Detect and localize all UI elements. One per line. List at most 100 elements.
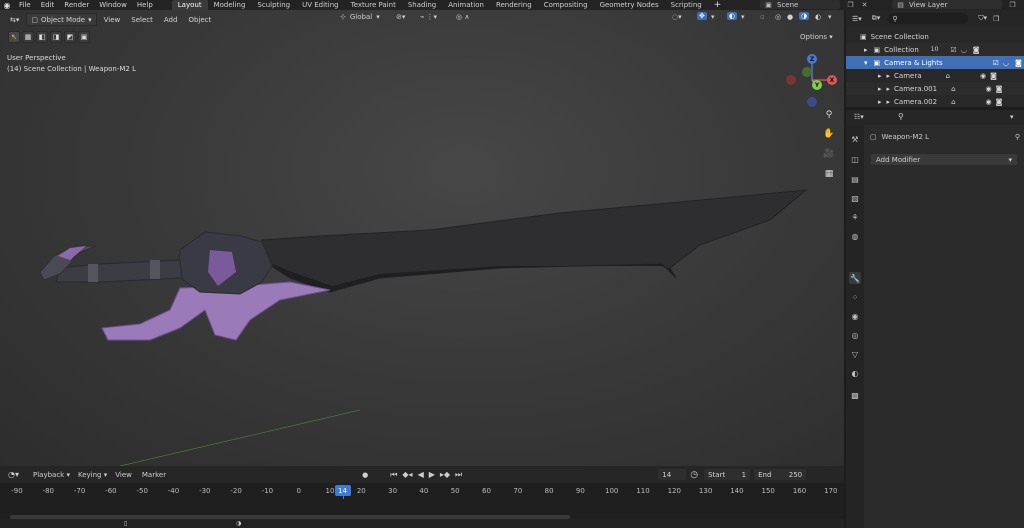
tab-geometry-nodes[interactable]: Geometry Nodes: [594, 0, 665, 10]
outliner-row-collection[interactable]: ▸ ▣ Collection 10 ☑ ◡ ◙: [846, 43, 1024, 56]
play-icon[interactable]: ▶: [429, 470, 435, 480]
render-camera-icon[interactable]: ◙: [996, 98, 1003, 106]
view-layer-tab-icon[interactable]: ▧: [849, 192, 861, 204]
blender-logo-icon[interactable]: ◉: [0, 0, 14, 10]
hide-eye-icon[interactable]: ◡: [1003, 59, 1009, 67]
new-collection-icon[interactable]: ❐: [993, 15, 999, 23]
timeline-tick-label: -70: [73, 487, 86, 495]
tab-sculpting[interactable]: Sculpting: [251, 0, 296, 10]
clock-icon[interactable]: ◷: [690, 470, 698, 480]
properties-tab-bar: ⚒ ◫ ▤ ▧ ⚘ ◍ 🔧 ⁘ ◉ ◎ ▽ ◐ ▩: [846, 125, 864, 528]
menu-render[interactable]: Render: [59, 1, 94, 9]
view-layer-selector[interactable]: ▤ View Layer: [892, 0, 1002, 9]
scene-selector[interactable]: ▣ Scene: [760, 0, 840, 9]
exclude-checkbox-icon[interactable]: ☑: [993, 59, 999, 67]
timeline-tick-label: 20: [356, 487, 366, 495]
tool-tab-icon[interactable]: ⚒: [849, 133, 861, 145]
menu-keying[interactable]: Keying ▾: [78, 471, 107, 479]
y-axis-line: [119, 409, 361, 466]
end-frame-field[interactable]: End 250: [754, 469, 807, 480]
timeline-editor[interactable]: ◔▾ Playback ▾ Keying ▾ View Marker ● ⏮ ◆…: [0, 466, 844, 528]
visibility-eye-icon[interactable]: ◉: [986, 98, 992, 106]
tab-shading[interactable]: Shading: [402, 0, 442, 10]
constraints-tab-icon[interactable]: ◎: [849, 329, 861, 341]
prev-keyframe-icon[interactable]: ◆◂: [402, 470, 412, 480]
display-mode-icon[interactable]: ⧉▾: [872, 14, 881, 23]
expand-arrow-icon[interactable]: ▸: [864, 46, 868, 54]
expand-arrow-icon[interactable]: ▸: [878, 72, 882, 80]
render-camera-icon[interactable]: ◙: [996, 85, 1003, 93]
tab-rendering[interactable]: Rendering: [490, 0, 538, 10]
outliner-editor-type-icon[interactable]: ☰▾: [852, 15, 862, 23]
playhead-frame-label[interactable]: 14: [334, 485, 351, 496]
jump-end-icon[interactable]: ⏭: [455, 470, 462, 480]
outliner-search-input[interactable]: ⚲: [888, 13, 969, 24]
outliner-row-camera-001[interactable]: ▸ ▸ Camera.001 ⌂ ◉ ◙: [846, 82, 1024, 95]
tab-scripting[interactable]: Scripting: [665, 0, 708, 10]
render-camera-icon[interactable]: ◙: [1015, 59, 1022, 67]
render-camera-icon[interactable]: ◙: [973, 46, 980, 54]
timeline-tick-label: 50: [450, 487, 460, 495]
menu-view[interactable]: View: [115, 471, 132, 479]
output-tab-icon[interactable]: ▤: [849, 173, 861, 185]
modifier-wrench-icon[interactable]: 🔧: [849, 272, 861, 284]
tab-animation[interactable]: Animation: [442, 0, 490, 10]
add-modifier-button[interactable]: Add Modifier ▾: [870, 153, 1018, 166]
timeline-ruler[interactable]: -90 -80 -70 -60 -50 -40 -30 -20 -10 0 10 20 30 40 50 60…: [0, 483, 844, 526]
visibility-eye-icon[interactable]: ◉: [986, 85, 992, 93]
menu-marker[interactable]: Marker: [142, 471, 166, 479]
tab-texture-paint[interactable]: Texture Paint: [345, 0, 402, 10]
hide-eye-icon[interactable]: ◡: [961, 46, 967, 54]
new-scene-icon[interactable]: ❐: [846, 1, 855, 9]
filter-icon[interactable]: ⛉▾: [978, 14, 987, 23]
new-view-layer-icon[interactable]: ❐: [1008, 1, 1017, 9]
expand-arrow-icon[interactable]: ▾: [864, 59, 868, 67]
material-tab-icon[interactable]: ◐: [849, 367, 861, 379]
outliner-row-scene-collection[interactable]: ▣ Scene Collection: [846, 30, 1024, 43]
particles-tab-icon[interactable]: ⁘: [849, 291, 861, 303]
timeline-tick-label: 170: [824, 487, 838, 495]
outliner-row-camera-lights[interactable]: ▾ ▣ Camera & Lights ☑ ◡ ◙: [846, 56, 1024, 69]
keyframe-dot-icon[interactable]: ●: [362, 471, 368, 479]
timeline-editor-type-icon[interactable]: ◔▾: [8, 470, 19, 479]
current-frame-field[interactable]: 14: [658, 469, 687, 480]
expand-arrow-icon[interactable]: ▸: [878, 98, 882, 106]
timeline-tick-label: -20: [230, 487, 242, 495]
menu-window[interactable]: Window: [94, 1, 132, 9]
texture-tab-icon[interactable]: ▩: [849, 389, 861, 401]
scene-tab-icon[interactable]: ⚘: [849, 211, 861, 223]
menu-help[interactable]: Help: [132, 1, 158, 9]
tab-modeling[interactable]: Modeling: [208, 0, 252, 10]
properties-editor-type-icon[interactable]: ☷▾: [854, 113, 864, 121]
menu-edit[interactable]: Edit: [36, 1, 60, 9]
add-workspace-icon[interactable]: +: [708, 0, 728, 10]
render-camera-icon[interactable]: ◙: [990, 72, 997, 80]
physics-tab-icon[interactable]: ◉: [849, 310, 861, 322]
render-tab-icon[interactable]: ◫: [849, 153, 861, 165]
jump-start-icon[interactable]: ⏮: [390, 470, 397, 480]
delete-scene-icon[interactable]: ✕: [860, 1, 869, 9]
menu-file[interactable]: File: [14, 1, 36, 9]
next-keyframe-icon[interactable]: ▸◆: [440, 470, 450, 480]
outliner[interactable]: ☰▾ ⧉▾ ⚲ ⛉▾ ❐ ▣ Scene Collection ▸ ▣ Coll…: [846, 10, 1024, 107]
visibility-eye-icon[interactable]: ◉: [980, 72, 986, 80]
start-frame-field[interactable]: Start 1: [704, 469, 751, 480]
properties-search-icon[interactable]: ⚲: [898, 112, 904, 121]
properties-options-icon[interactable]: ▾: [1010, 113, 1014, 121]
world-tab-icon[interactable]: ◍: [849, 230, 861, 242]
play-reverse-icon[interactable]: ◀: [418, 470, 424, 480]
object-name-row: ▢ Weapon-M2 L ⚲: [870, 131, 1020, 143]
tab-uv-editing[interactable]: UV Editing: [296, 0, 345, 10]
sword-handle-band: [88, 264, 98, 282]
tab-layout[interactable]: Layout: [171, 0, 208, 10]
tab-compositing[interactable]: Compositing: [538, 0, 594, 10]
expand-arrow-icon[interactable]: ▸: [878, 85, 882, 93]
outliner-row-camera[interactable]: ▸ ▸ Camera ⌂ ◉ ◙: [846, 69, 1024, 82]
camera-object-icon: ▸: [886, 71, 891, 80]
3d-viewport[interactable]: ⇆▾ ▢ Object Mode ▾ View Select Add Objec…: [0, 10, 844, 466]
menu-playback[interactable]: Playback ▾: [33, 471, 70, 479]
object-data-tab-icon[interactable]: ▽: [849, 348, 861, 360]
pin-icon[interactable]: ⚲: [1015, 133, 1020, 141]
outliner-row-camera-002[interactable]: ▸ ▸ Camera.002 ⌂ ◉ ◙: [846, 95, 1024, 107]
exclude-checkbox-icon[interactable]: ☑: [950, 46, 956, 54]
